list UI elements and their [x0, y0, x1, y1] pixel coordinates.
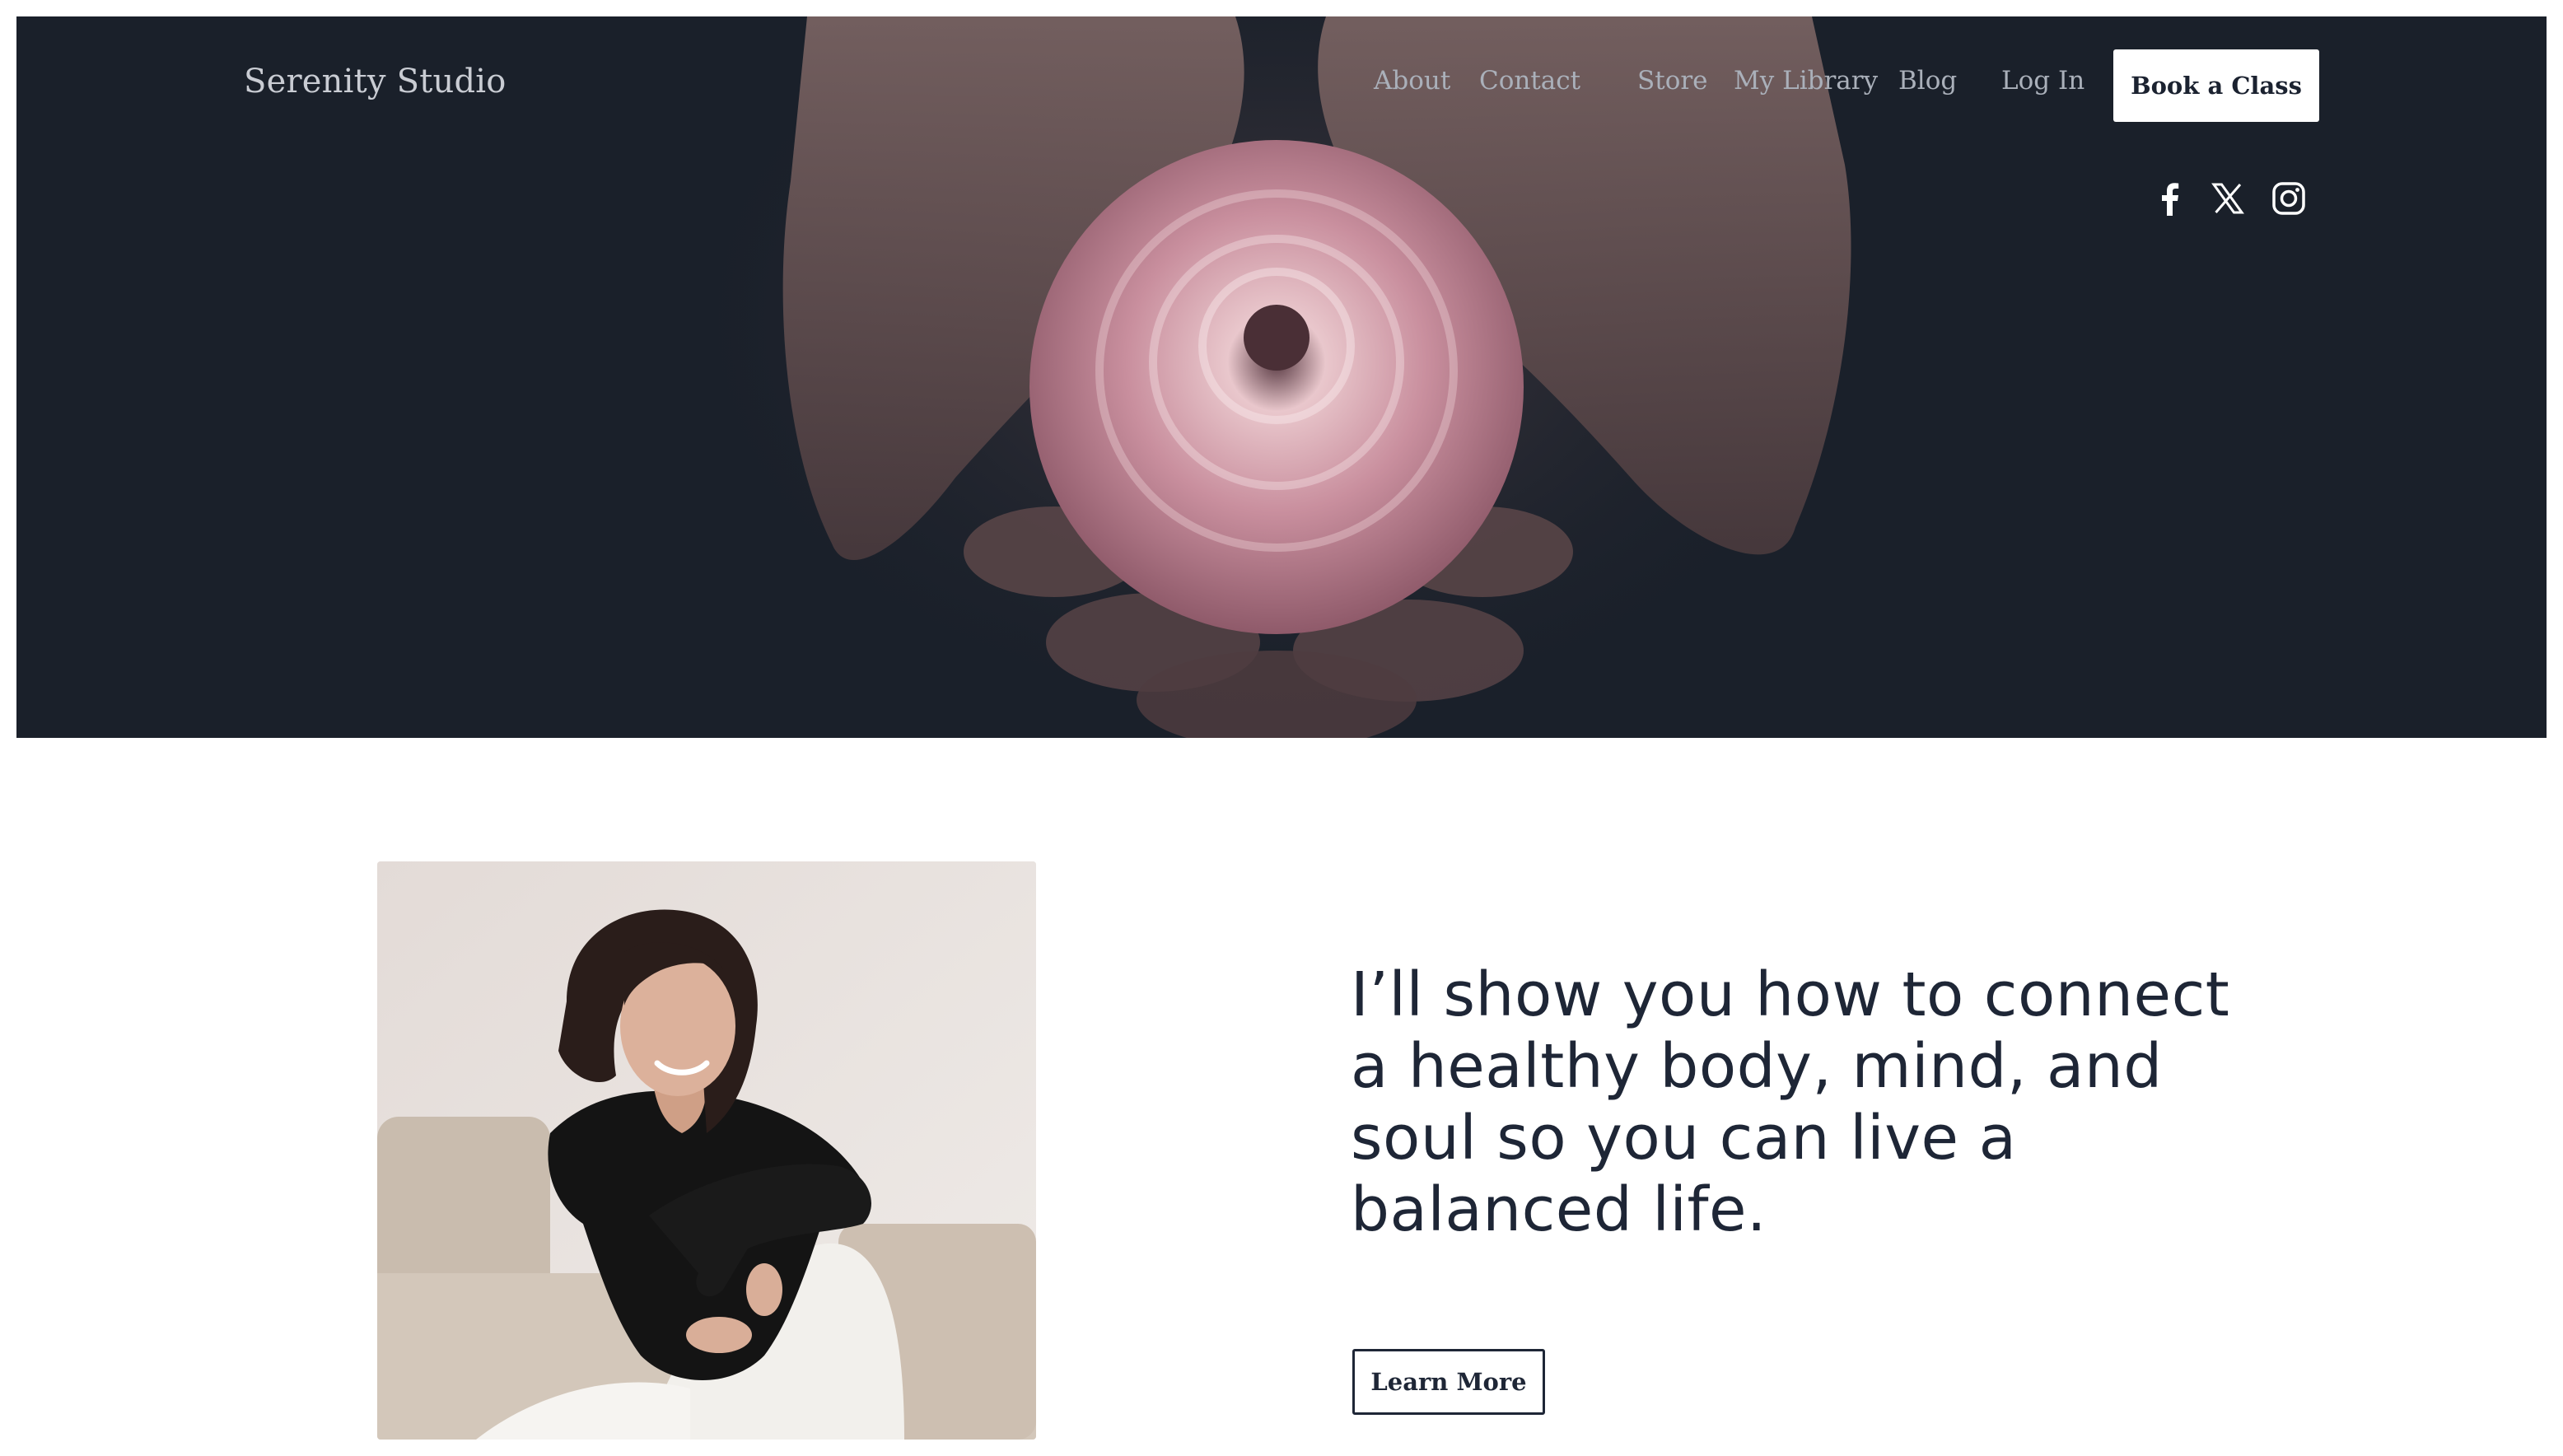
nav-link-my-library[interactable]: My Library — [1734, 66, 1878, 96]
nav-link-log-in[interactable]: Log In — [2001, 66, 2084, 96]
nav-link-contact[interactable]: Contact — [1479, 66, 1580, 96]
nav-link-blog[interactable]: Blog — [1898, 66, 1957, 96]
brand-logo[interactable]: Serenity Studio — [244, 63, 507, 100]
hero-image — [16, 16, 2547, 738]
book-a-class-button[interactable]: Book a Class — [2113, 49, 2319, 122]
page: Serenity Studio About Contact Store My L… — [16, 16, 2547, 1456]
nav-link-about[interactable]: About — [1374, 66, 1450, 96]
intro-headline: I’ll show you how to connect a healthy b… — [1351, 959, 2230, 1245]
hero-header: Serenity Studio About Contact Store My L… — [16, 16, 2547, 738]
portrait-image — [377, 861, 1036, 1440]
nav-link-store[interactable]: Store — [1637, 66, 1708, 96]
learn-more-button[interactable]: Learn More — [1352, 1349, 1545, 1415]
instagram-icon[interactable] — [2270, 180, 2308, 217]
x-icon[interactable] — [2209, 180, 2247, 217]
facebook-icon[interactable] — [2151, 180, 2189, 217]
